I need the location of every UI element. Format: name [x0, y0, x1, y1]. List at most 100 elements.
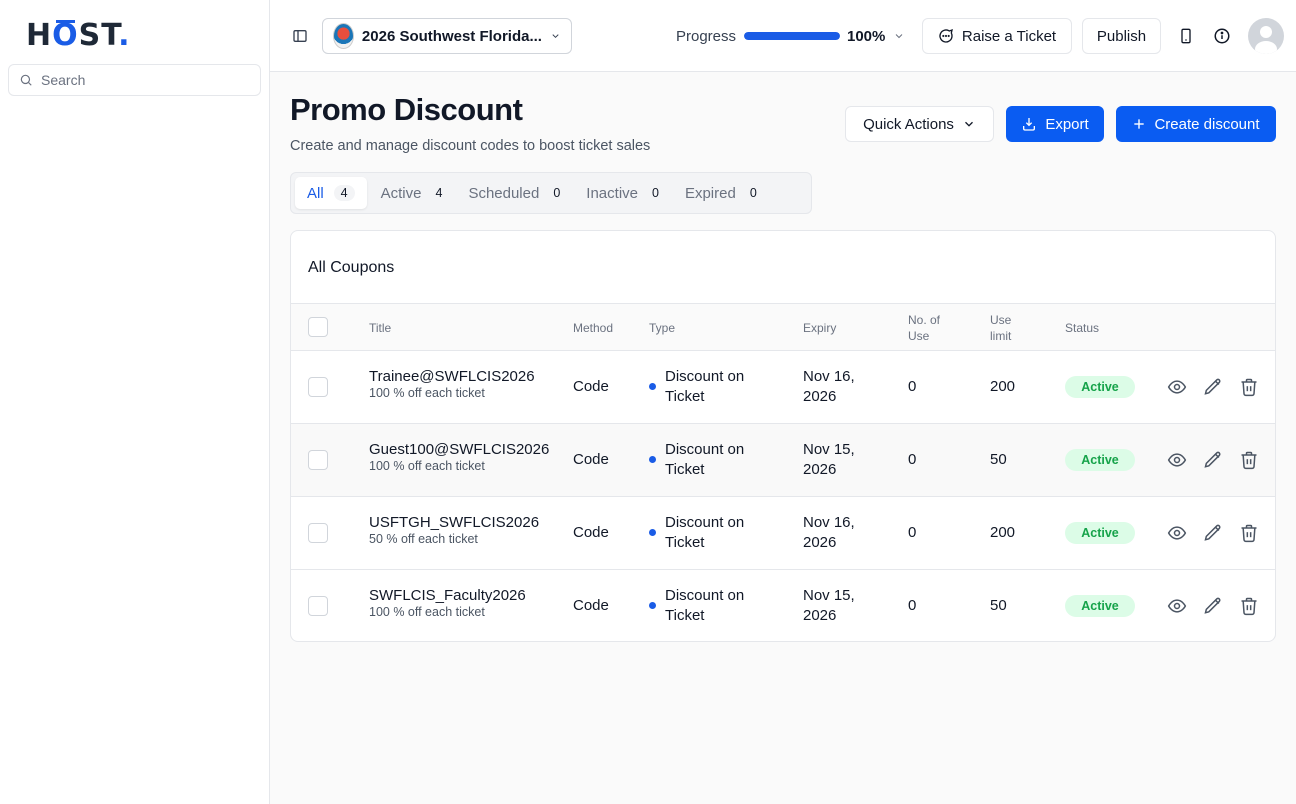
trash-icon — [1241, 378, 1257, 397]
pencil-icon — [1204, 597, 1221, 614]
tab-label: Expired — [684, 184, 736, 202]
coupon-description: 100 % off each ticket — [369, 386, 485, 400]
coupon-expiry: Nov 16, 2026 — [803, 513, 855, 553]
expiry-line1: Nov 16, — [803, 514, 855, 531]
coupon-name: SWFLCIS_Faculty2026 — [369, 587, 526, 604]
table-row[interactable]: Trainee@SWFLCIS2026 100 % off each ticke… — [291, 351, 1275, 424]
coupon-type: Discount on Ticket — [665, 586, 744, 626]
host-logo[interactable]: HOST. — [26, 18, 131, 53]
coupon-limit: 50 — [990, 451, 1007, 468]
select-all-checkbox[interactable] — [308, 317, 328, 337]
sidebar-toggle-button[interactable] — [290, 26, 310, 46]
coupon-method: Code — [573, 451, 609, 468]
message-icon — [939, 28, 953, 43]
row-checkbox[interactable] — [308, 377, 328, 397]
eye-icon — [1167, 599, 1187, 613]
expiry-line2: 2026 — [803, 388, 837, 405]
status-badge: Active — [1065, 595, 1135, 617]
type-line2: Ticket — [665, 388, 705, 405]
delete-button[interactable] — [1239, 450, 1259, 470]
coupon-method: Code — [573, 524, 609, 541]
tab-count: 4 — [435, 186, 443, 200]
publish-label: Publish — [1096, 27, 1147, 45]
create-discount-button[interactable]: Create discount — [1116, 106, 1276, 142]
type-line2: Ticket — [665, 534, 705, 551]
tab-scheduled[interactable]: Scheduled 0 — [456, 177, 572, 209]
tab-label: Inactive — [586, 184, 638, 202]
quick-actions-label: Quick Actions — [863, 115, 954, 133]
coupon-expiry: Nov 15, 2026 — [803, 586, 855, 626]
coupon-limit: 200 — [990, 524, 1016, 541]
type-line1: Discount on — [665, 368, 745, 385]
tab-count: 0 — [553, 186, 561, 200]
delete-button[interactable] — [1239, 596, 1259, 616]
event-name: 2026 Southwest Florida... — [361, 27, 542, 45]
download-icon — [1023, 118, 1036, 131]
user-avatar[interactable] — [1248, 18, 1284, 54]
search-box[interactable] — [8, 64, 261, 96]
info-icon — [1214, 28, 1230, 44]
progress-percent: 100% — [847, 28, 886, 45]
status-badge: Active — [1065, 449, 1135, 471]
delete-button[interactable] — [1239, 377, 1259, 397]
edit-button[interactable] — [1203, 596, 1223, 616]
tab-count: 4 — [333, 185, 355, 201]
table-row[interactable]: SWFLCIS_Faculty2026 100 % off each ticke… — [291, 570, 1275, 641]
mobile-preview-button[interactable] — [1176, 26, 1196, 46]
coupon-limit: 50 — [990, 597, 1007, 614]
info-button[interactable] — [1212, 26, 1232, 46]
coupon-title-cell: USFTGH_SWFLCIS2026 50 % off each ticket — [369, 514, 539, 546]
row-checkbox[interactable] — [308, 450, 328, 470]
expiry-line1: Nov 15, — [803, 441, 855, 458]
table-row[interactable]: USFTGH_SWFLCIS2026 50 % off each ticket … — [291, 497, 1275, 570]
delete-button[interactable] — [1239, 523, 1259, 543]
view-button[interactable] — [1167, 523, 1187, 543]
pencil-icon — [1204, 451, 1221, 468]
view-button[interactable] — [1167, 377, 1187, 397]
col-uses-line2: Use — [908, 329, 930, 343]
eye-icon — [1167, 453, 1187, 467]
tab-all[interactable]: All 4 — [295, 177, 367, 209]
search-input[interactable] — [41, 72, 241, 88]
tab-active[interactable]: Active 4 — [369, 177, 455, 209]
table-row[interactable]: Guest100@SWFLCIS2026 100 % off each tick… — [291, 424, 1275, 497]
card-title: All Coupons — [308, 259, 395, 276]
type-dot — [649, 602, 656, 609]
progress-label: Progress — [676, 28, 737, 45]
trash-icon — [1241, 597, 1257, 616]
progress-bar-fill — [744, 32, 840, 40]
tab-label: All — [307, 184, 324, 202]
coupon-uses: 0 — [908, 597, 917, 614]
tab-inactive[interactable]: Inactive 0 — [574, 177, 671, 209]
col-method: Method — [573, 321, 614, 335]
row-checkbox[interactable] — [308, 523, 328, 543]
trash-icon — [1241, 451, 1257, 470]
edit-button[interactable] — [1203, 523, 1223, 543]
quick-actions-button[interactable]: Quick Actions — [845, 106, 994, 142]
tab-label: Scheduled — [468, 184, 540, 202]
view-button[interactable] — [1167, 596, 1187, 616]
col-status: Status — [1065, 321, 1100, 335]
table-header: Title Method Type Expiry No. of Use Use li… — [291, 303, 1275, 351]
coupon-type: Discount on Ticket — [665, 440, 744, 480]
publish-button[interactable]: Publish — [1082, 18, 1161, 54]
type-line1: Discount on — [665, 514, 745, 531]
col-uses-line1: No. of — [908, 313, 941, 327]
coupon-description: 50 % off each ticket — [369, 532, 478, 546]
event-selector[interactable]: 2026 Southwest Florida... — [322, 18, 572, 54]
edit-button[interactable] — [1203, 377, 1223, 397]
export-button[interactable]: Export — [1006, 106, 1104, 142]
tab-expired[interactable]: Expired 0 — [673, 177, 769, 209]
chevron-down-icon — [552, 34, 559, 39]
tab-count: 0 — [652, 186, 659, 200]
type-dot — [649, 456, 656, 463]
type-line2: Ticket — [665, 607, 705, 624]
progress-chevron-down-icon[interactable] — [893, 30, 905, 42]
row-checkbox[interactable] — [308, 596, 328, 616]
raise-ticket-button[interactable]: Raise a Ticket — [922, 18, 1072, 54]
view-button[interactable] — [1167, 450, 1187, 470]
expiry-line2: 2026 — [803, 534, 837, 551]
col-limit: Use limit — [990, 312, 1011, 344]
sidebar-toggle-icon — [293, 30, 307, 42]
edit-button[interactable] — [1203, 450, 1223, 470]
